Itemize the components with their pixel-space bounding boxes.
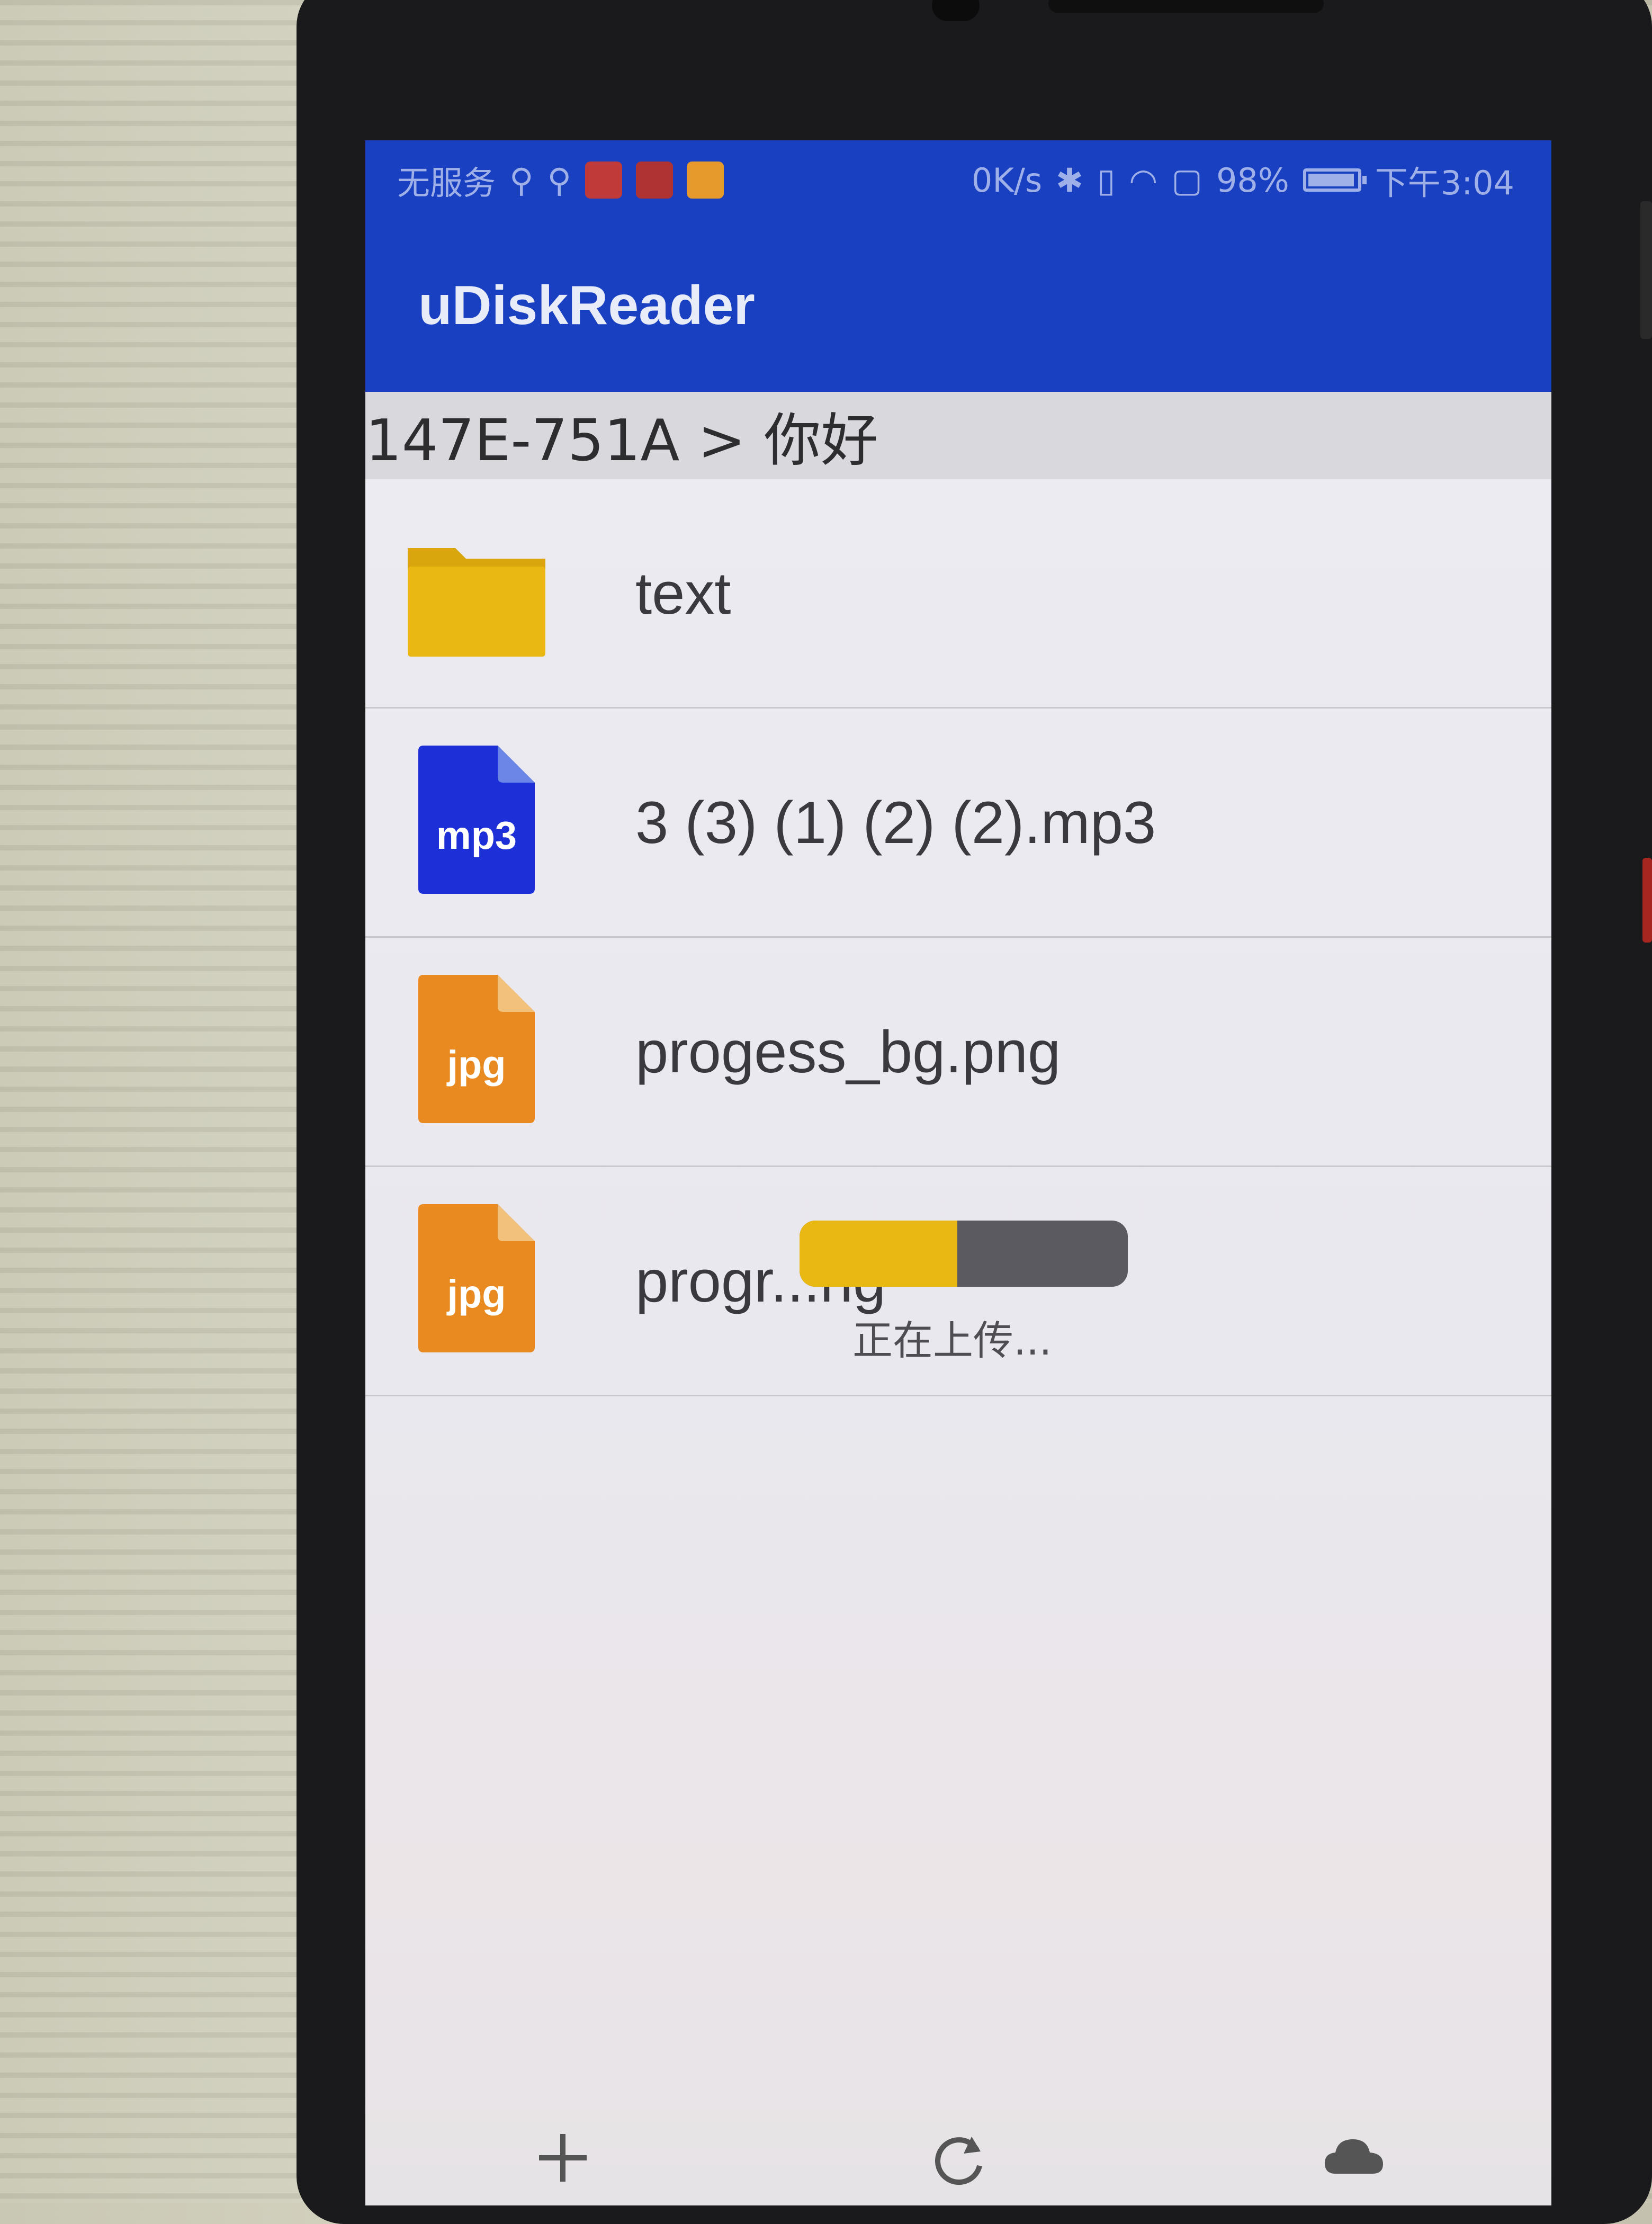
- list-item[interactable]: jpg progess_bg.png: [365, 938, 1551, 1167]
- status-right: 0K/s ✱ ▯ ◠ ▢ 98% 下午3:04: [972, 156, 1514, 204]
- jpg-file-icon: jpg: [418, 975, 535, 1123]
- battery-percent: 98%: [1216, 160, 1289, 200]
- file-name: progess_bg.png: [635, 1018, 1061, 1085]
- carrier-text: 无服务: [397, 164, 496, 202]
- bottom-toolbar: [365, 2110, 1551, 2205]
- file-badge: jpg: [446, 1043, 506, 1087]
- file-name: 3 (3) (1) (2) (2).mp3: [635, 789, 1156, 856]
- upload-progress-bar: [800, 1221, 1128, 1287]
- wifi-icon: ◠: [1129, 160, 1158, 200]
- folder-icon: [408, 548, 545, 657]
- earpiece: [1048, 0, 1324, 13]
- file-badge: jpg: [446, 1272, 506, 1316]
- jpg-file-icon: jpg: [418, 1204, 535, 1352]
- net-speed: 0K/s: [971, 160, 1043, 200]
- add-icon[interactable]: [526, 2121, 600, 2195]
- notification-app-icon: [635, 162, 673, 199]
- mp3-file-icon: mp3: [418, 746, 535, 894]
- front-camera: [932, 0, 980, 21]
- usb-icon: ⚲: [509, 160, 534, 200]
- list-item[interactable]: text: [365, 479, 1551, 709]
- phone-screen: 无服务 ⚲ ⚲ 0K/s ✱ ▯ ◠ ▢ 98% 下午3:04 uDiskRea…: [365, 140, 1551, 2205]
- app-bar: uDiskReader: [365, 220, 1551, 392]
- bluetooth-icon: ✱: [1056, 160, 1084, 200]
- file-badge: mp3: [436, 813, 517, 857]
- refresh-icon[interactable]: [921, 2121, 995, 2195]
- usb-icon: ⚲: [547, 160, 571, 200]
- status-left: 无服务 ⚲ ⚲: [397, 156, 724, 204]
- list-item[interactable]: mp3 3 (3) (1) (2) (2).mp3: [365, 709, 1551, 938]
- side-button: [1640, 201, 1652, 339]
- upload-status-text: 正在上传...: [852, 1317, 1052, 1364]
- notification-app-icon: [585, 162, 622, 199]
- upload-progress-dialog: 正在上传...: [800, 1221, 1138, 1379]
- upload-progress-fill: [800, 1221, 957, 1287]
- vibrate-icon: ▯: [1097, 160, 1116, 200]
- file-name: text: [635, 560, 731, 626]
- clock: 下午3:04: [1375, 164, 1514, 202]
- status-bar: 无服务 ⚲ ⚲ 0K/s ✱ ▯ ◠ ▢ 98% 下午3:04: [365, 140, 1551, 220]
- power-button: [1642, 858, 1652, 943]
- breadcrumb[interactable]: 147E-751A > 你好: [365, 392, 1551, 479]
- sim-icon: ▢: [1171, 160, 1202, 200]
- app-title: uDiskReader: [418, 275, 755, 336]
- cloud-icon[interactable]: [1317, 2121, 1391, 2195]
- weibo-icon: [686, 162, 724, 199]
- battery-icon: [1303, 168, 1367, 192]
